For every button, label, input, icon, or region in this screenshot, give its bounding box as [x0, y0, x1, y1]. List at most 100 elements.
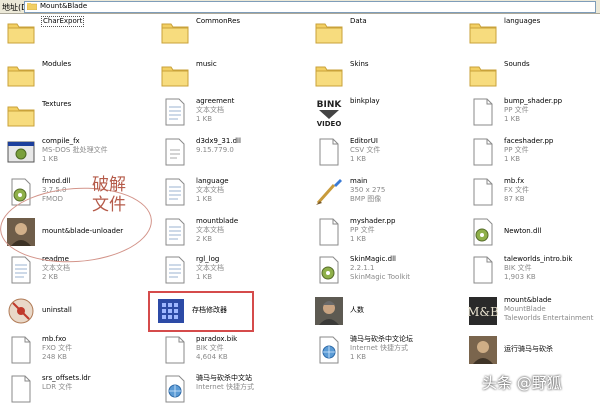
- file-size: 248 KB: [42, 353, 67, 361]
- file-type: Internet 快捷方式: [350, 344, 409, 352]
- file-name: Modules: [42, 60, 72, 68]
- file-info: mountblade 文本文档 2 KB: [196, 217, 238, 244]
- folder-icon: [469, 66, 497, 87]
- watermark: 头条 @野狐: [482, 374, 562, 392]
- file-type: 文本文档: [196, 226, 224, 234]
- file-size: 2 KB: [196, 235, 213, 243]
- file-info: d3dx9_31.dll 9.15.779.0: [196, 137, 241, 155]
- file-icon: [473, 256, 493, 284]
- file-type: FXO 文件: [42, 344, 73, 352]
- file-item[interactable]: 骑马与砍杀中文站 Internet 快捷方式: [160, 374, 300, 418]
- file-item[interactable]: CharExport: [6, 16, 146, 61]
- file-type: BIK 文件: [504, 264, 532, 272]
- file-name: mb.fx: [504, 177, 525, 185]
- file-item[interactable]: main 350 x 275 BMP 图像: [314, 177, 454, 221]
- file-item[interactable]: CommonRes: [160, 17, 300, 61]
- file-info: Data: [350, 17, 367, 26]
- file-name: fmod.dll: [42, 177, 71, 185]
- file-item[interactable]: paradox.bik BIK 文件 4,604 KB: [160, 335, 300, 379]
- file-name: Skins: [350, 60, 369, 68]
- file-item[interactable]: mb.fxo FXO 文件 248 KB: [6, 335, 146, 379]
- file-item[interactable]: agreement 文本文档 1 KB: [160, 97, 300, 141]
- file-type: Internet 快捷方式: [196, 383, 255, 391]
- file-name: 运行骑马与砍杀: [504, 345, 553, 353]
- file-name: faceshader.pp: [504, 137, 554, 145]
- file-name: languages: [504, 17, 541, 25]
- file-info: Sounds: [504, 60, 530, 69]
- file-item[interactable]: srs_offsets.ldr LDR 文件: [6, 374, 146, 418]
- file-size: 87 KB: [504, 195, 525, 203]
- internet-shortcut-icon: [319, 336, 339, 364]
- file-icon: [165, 336, 185, 364]
- file-size: 1 KB: [504, 115, 521, 123]
- file-name: CharExport: [40, 16, 85, 27]
- folder-icon: [161, 66, 189, 87]
- file-name: myshader.pp: [350, 217, 396, 225]
- file-item[interactable]: Data: [314, 17, 454, 61]
- file-type: BMP 图像: [350, 195, 382, 203]
- file-item[interactable]: taleworlds_intro.bik BIK 文件 1,903 KB: [468, 255, 596, 299]
- file-name: 人数: [350, 306, 364, 314]
- file-size: 1 KB: [42, 155, 59, 163]
- file-item[interactable]: bump_shader.pp PP 文件 1 KB: [468, 97, 596, 141]
- file-name: CommonRes: [196, 17, 241, 25]
- file-icon: [319, 218, 339, 246]
- folder-icon: [27, 3, 37, 10]
- file-item[interactable]: uninstall: [6, 296, 146, 340]
- file-info: 骑马与砍杀中文站 Internet 快捷方式: [196, 374, 254, 392]
- file-version: 9.15.779.0: [196, 146, 234, 154]
- file-type: BIK 文件: [196, 344, 224, 352]
- file-item[interactable]: language 文本文档 1 KB: [160, 177, 300, 221]
- file-name: Data: [350, 17, 367, 25]
- file-info: 人数: [350, 306, 364, 315]
- file-size: 1 KB: [196, 273, 213, 281]
- file-info: Skins: [350, 60, 369, 69]
- file-type: 文本文档: [196, 264, 224, 272]
- address-input[interactable]: Mount&Blade: [24, 1, 596, 13]
- file-name: binkplay: [350, 97, 380, 105]
- file-name: agreement: [196, 97, 235, 105]
- file-name: rgl_log: [196, 255, 220, 263]
- file-info: uninstall: [42, 306, 72, 315]
- file-type: 文本文档: [196, 106, 224, 114]
- text-document-icon: [165, 98, 185, 126]
- folder-icon: [161, 23, 189, 44]
- file-item[interactable]: 人数: [314, 296, 454, 340]
- file-item[interactable]: languages: [468, 17, 596, 61]
- bink-video-icon: BINK VIDEO: [317, 100, 343, 127]
- file-info: 骑马与砍杀中文论坛 Internet 快捷方式 1 KB: [350, 335, 413, 362]
- file-item[interactable]: d3dx9_31.dll 9.15.779.0: [160, 137, 300, 181]
- file-name: Newton.dll: [504, 227, 542, 235]
- file-info: binkplay: [350, 97, 380, 106]
- file-name: uninstall: [42, 306, 72, 314]
- file-type: 文本文档: [42, 264, 70, 272]
- file-info: Modules: [42, 60, 71, 69]
- file-name: music: [196, 60, 217, 68]
- image-dimensions: 350 x 275: [350, 186, 386, 194]
- file-info: languages: [504, 17, 540, 26]
- file-item[interactable]: EditorUI CSV 文件 1 KB: [314, 137, 454, 181]
- file-type: MS-DOS 批处理文件: [42, 146, 108, 154]
- file-size: 1 KB: [350, 353, 367, 361]
- file-version: 2.2.1.1: [350, 264, 375, 272]
- file-item[interactable]: Modules: [6, 60, 146, 104]
- file-info: agreement 文本文档 1 KB: [196, 97, 234, 124]
- file-item[interactable]: faceshader.pp PP 文件 1 KB: [468, 137, 596, 181]
- file-size: 2 KB: [42, 273, 59, 281]
- file-item[interactable]: 骑马与砍杀中文论坛 Internet 快捷方式 1 KB: [314, 335, 454, 379]
- file-item[interactable]: SkinMagic.dll 2.2.1.1 SkinMagic Toolkit: [314, 255, 454, 299]
- msdos-batch-icon: [7, 141, 35, 163]
- file-item[interactable]: BINK VIDEO binkplay: [314, 97, 454, 141]
- file-info: CommonRes: [196, 17, 240, 26]
- highlight-box: [148, 291, 254, 332]
- file-info: Newton.dll: [504, 227, 541, 236]
- folder-icon: [315, 66, 343, 87]
- file-info: SkinMagic.dll 2.2.1.1 SkinMagic Toolkit: [350, 255, 410, 282]
- file-info: 运行骑马与砍杀: [504, 345, 553, 354]
- dll-gear-icon: [473, 218, 493, 246]
- address-bar: 地址(D) Mount&Blade: [0, 0, 600, 14]
- file-name: language: [196, 177, 229, 185]
- file-type: CSV 文件: [350, 146, 381, 154]
- file-item[interactable]: mb.fx FX 文件 87 KB: [468, 177, 596, 221]
- file-item[interactable]: M&B mount&blade MountBlade Taleworlds En…: [468, 296, 596, 340]
